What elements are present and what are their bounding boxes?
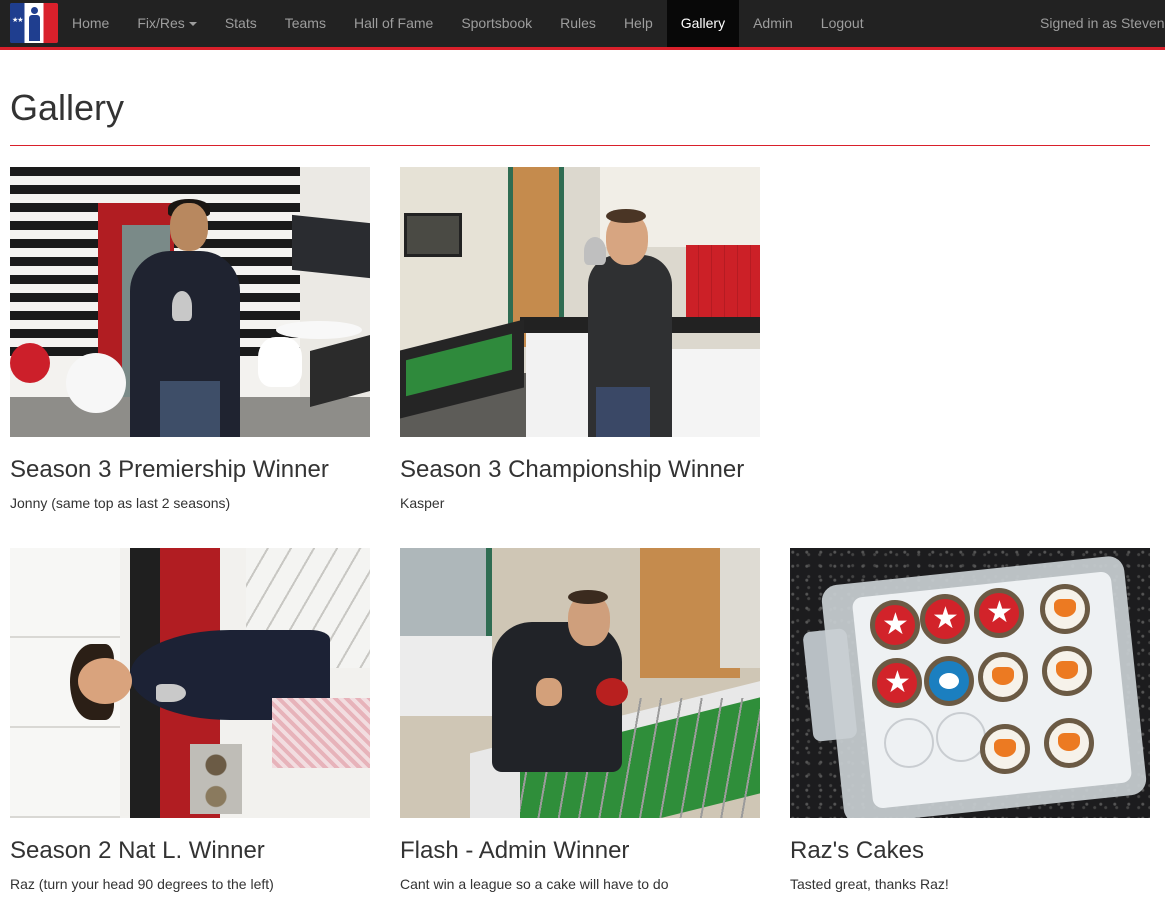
- gallery-item-title: Flash - Admin Winner: [400, 837, 630, 864]
- gallery-item-title: Raz's Cakes: [790, 837, 924, 864]
- gallery-photo[interactable]: [10, 548, 370, 818]
- gallery-item-caption: Kasper: [400, 495, 445, 511]
- gallery-item-caption: Jonny (same top as last 2 seasons): [10, 495, 231, 511]
- gallery-photo[interactable]: [400, 548, 760, 818]
- title-divider: [10, 145, 1150, 146]
- top-navbar: ★★ Home Fix/Res Stats Teams Hall of Fame…: [0, 0, 1165, 50]
- gallery-photo[interactable]: [790, 548, 1150, 818]
- gallery-photo[interactable]: [400, 167, 760, 437]
- nav-item-fix-res-label: Fix/Res: [137, 15, 185, 31]
- nav-item-rules[interactable]: Rules: [546, 0, 610, 47]
- signed-in-user[interactable]: Signed in as Steven: [1040, 0, 1165, 46]
- nav-item-home[interactable]: Home: [58, 0, 123, 47]
- nav-item-stats[interactable]: Stats: [211, 0, 271, 47]
- nav-item-hall-of-fame[interactable]: Hall of Fame: [340, 0, 447, 47]
- gallery-item-caption: Raz (turn your head 90 degrees to the le…: [10, 876, 274, 892]
- nav-item-logout[interactable]: Logout: [807, 0, 878, 47]
- gallery-item-title: Season 3 Premiership Winner: [10, 456, 329, 483]
- page-title: Gallery: [10, 87, 125, 128]
- gallery-item-caption: Cant win a league so a cake will have to…: [400, 876, 669, 892]
- gallery-item-title: Season 2 Nat L. Winner: [10, 837, 265, 864]
- gallery-photo[interactable]: [10, 167, 370, 437]
- nav-item-teams[interactable]: Teams: [271, 0, 340, 47]
- chevron-down-icon: [188, 22, 197, 27]
- gallery-item-caption: Tasted great, thanks Raz!: [790, 876, 949, 892]
- nav-menu: Home Fix/Res Stats Teams Hall of Fame Sp…: [58, 0, 878, 47]
- nav-item-admin[interactable]: Admin: [739, 0, 807, 47]
- nav-item-sportsbook[interactable]: Sportsbook: [447, 0, 546, 47]
- nav-item-help[interactable]: Help: [610, 0, 667, 47]
- gallery-item-title: Season 3 Championship Winner: [400, 456, 745, 483]
- nav-item-gallery[interactable]: Gallery: [666, 0, 740, 47]
- nav-item-fix-res[interactable]: Fix/Res: [123, 0, 210, 47]
- league-logo-icon[interactable]: ★★: [10, 3, 58, 43]
